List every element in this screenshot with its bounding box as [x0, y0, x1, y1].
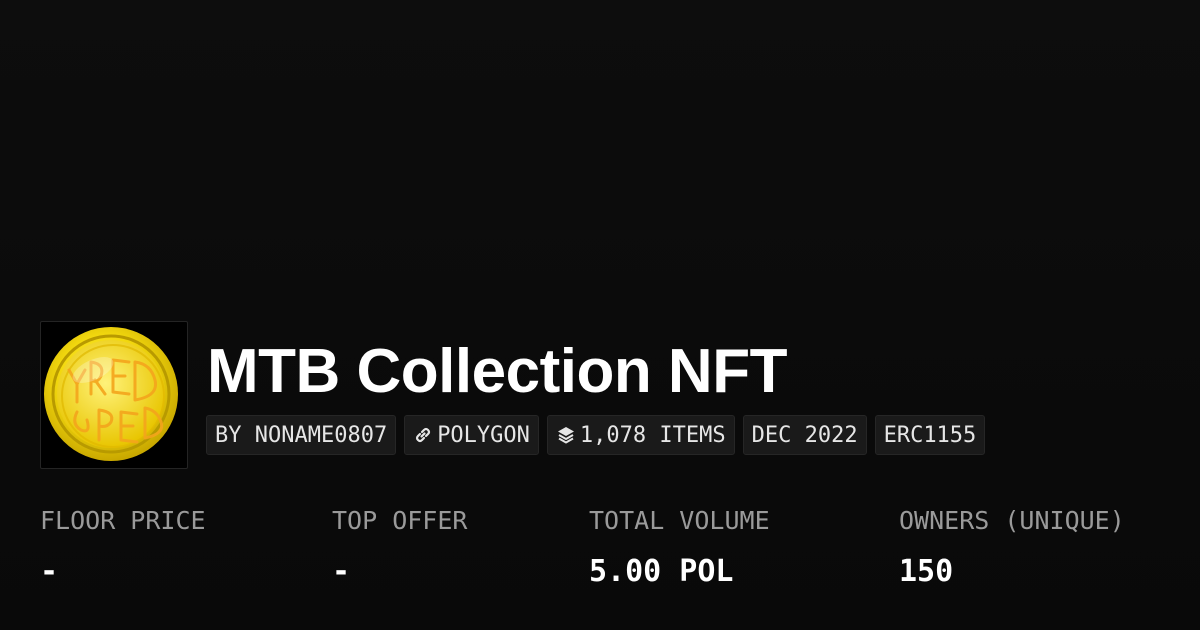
stat-label: TOP OFFER: [332, 506, 468, 535]
stat-label: OWNERS (UNIQUE): [899, 506, 1125, 535]
stats-row: FLOOR PRICE - TOP OFFER - TOTAL VOLUME 5…: [0, 504, 1200, 604]
collection-tags: BY NONAME0807 POLYGON 1,078 ITEMS DEC 20…: [206, 415, 986, 455]
creator-label: BY NONAME0807: [215, 422, 388, 448]
stat-floor-price: FLOOR PRICE -: [40, 504, 206, 590]
stat-label: FLOOR PRICE: [40, 506, 206, 535]
stat-value: 5.00 POL: [589, 554, 734, 589]
collection-title: MTB Collection NFT: [207, 337, 787, 406]
gold-coin-logo-icon: [44, 327, 178, 461]
items-label: 1,078 ITEMS: [579, 422, 726, 448]
stat-value: 150: [899, 554, 954, 589]
stat-value: -: [40, 554, 59, 589]
stat-label: TOTAL VOLUME: [589, 506, 770, 535]
stat-top-offer: TOP OFFER -: [332, 504, 467, 590]
date-tag: DEC 2022: [742, 415, 867, 455]
layers-icon: [556, 425, 576, 445]
chain-label: POLYGON: [437, 422, 530, 448]
items-tag[interactable]: 1,078 ITEMS: [546, 415, 735, 455]
stat-value: -: [332, 554, 351, 589]
standard-tag: ERC1155: [874, 415, 986, 455]
link-icon: [413, 425, 433, 445]
stat-owners: OWNERS (UNIQUE) 150: [899, 504, 1125, 590]
stat-total-volume: TOTAL VOLUME 5.00 POL: [589, 504, 770, 590]
creator-tag[interactable]: BY NONAME0807: [206, 415, 397, 455]
date-label: DEC 2022: [751, 422, 858, 448]
collection-avatar: [40, 321, 188, 469]
standard-label: ERC1155: [883, 422, 977, 448]
chain-tag[interactable]: POLYGON: [404, 415, 539, 455]
